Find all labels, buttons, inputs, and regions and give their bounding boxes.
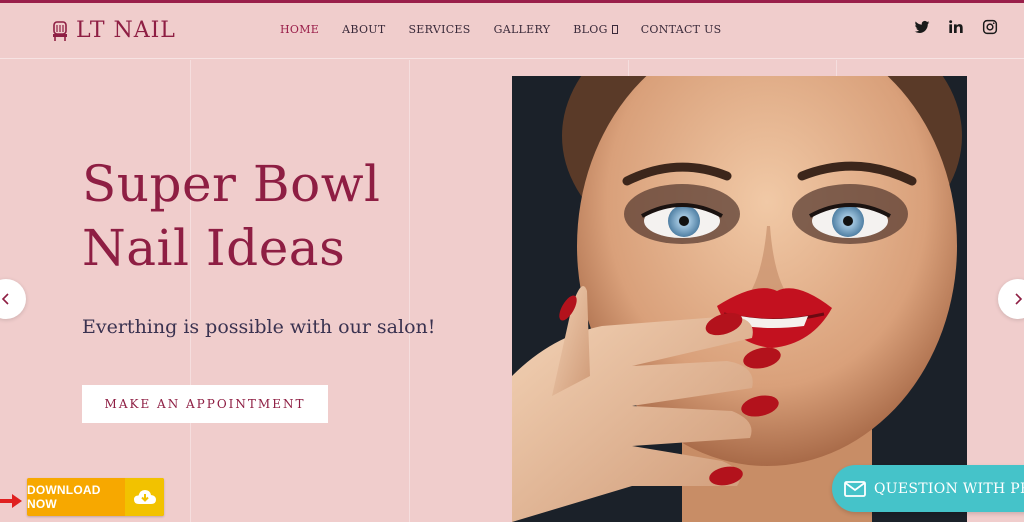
chair-icon xyxy=(53,20,67,41)
nav-home[interactable]: HOME xyxy=(280,23,319,36)
nav-about[interactable]: ABOUT xyxy=(342,23,385,36)
twitter-icon[interactable] xyxy=(914,19,930,35)
hero-title-line-1: Super Bowl xyxy=(82,155,381,213)
brand-name: LT NAIL xyxy=(76,18,176,43)
hero-title: Super Bowl Nail Ideas xyxy=(82,152,462,280)
model-portrait-illustration xyxy=(512,76,967,522)
question-label: QUESTION WITH PR xyxy=(874,480,1024,497)
nav-contact[interactable]: CONTACT US xyxy=(641,23,722,36)
nav-blog-label: BLOG xyxy=(573,23,608,36)
cloud-download-icon xyxy=(133,490,156,504)
main-nav: HOME ABOUT SERVICES GALLERY BLOG CONTACT… xyxy=(280,23,745,36)
hero-title-line-2: Nail Ideas xyxy=(82,219,346,277)
social-links xyxy=(914,19,998,35)
chevron-right-icon xyxy=(1015,293,1023,305)
instagram-icon[interactable] xyxy=(982,19,998,35)
slider-next-button[interactable] xyxy=(998,279,1024,319)
nav-gallery[interactable]: GALLERY xyxy=(494,23,551,36)
site-header: LT NAIL HOME ABOUT SERVICES GALLERY BLOG… xyxy=(0,3,1024,59)
hero-subtitle: Everthing is possible with our salon! xyxy=(82,316,436,338)
download-icon-box xyxy=(125,478,164,516)
nav-services[interactable]: SERVICES xyxy=(408,23,470,36)
envelope-icon xyxy=(844,480,866,497)
logo[interactable]: LT NAIL xyxy=(52,18,176,43)
chevron-left-icon xyxy=(1,293,9,305)
nav-blog[interactable]: BLOG xyxy=(573,23,618,36)
linkedin-icon[interactable] xyxy=(948,19,964,35)
divider xyxy=(409,60,410,522)
divider xyxy=(190,60,191,522)
question-chat-button[interactable]: QUESTION WITH PR xyxy=(832,465,1024,512)
hero-image xyxy=(512,76,967,522)
download-label: DOWNLOAD NOW xyxy=(27,483,101,511)
dropdown-icon xyxy=(611,25,618,34)
slider-prev-button[interactable] xyxy=(0,279,26,319)
download-now-button[interactable]: DOWNLOAD NOW xyxy=(27,478,164,516)
arrow-right-icon xyxy=(0,494,22,508)
make-appointment-button[interactable]: MAKE AN APPOINTMENT xyxy=(82,385,328,423)
